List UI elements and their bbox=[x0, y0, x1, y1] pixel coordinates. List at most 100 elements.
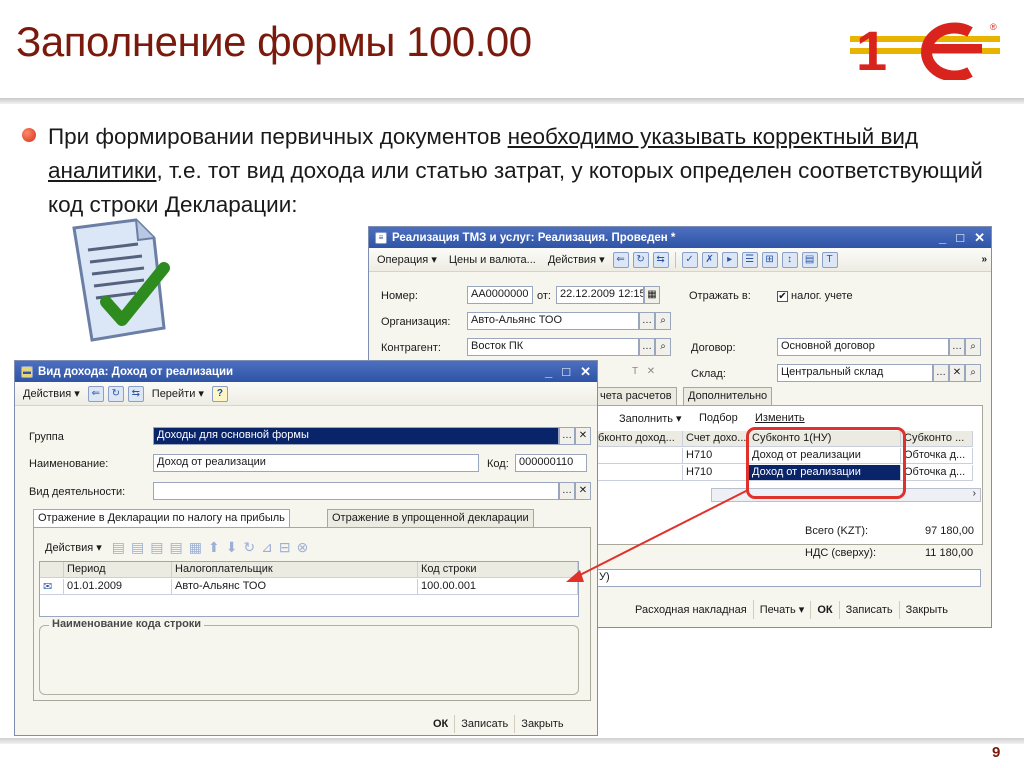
actions-menu[interactable]: Действия ▾ bbox=[41, 539, 106, 556]
table-cell[interactable]: 01.01.2009 bbox=[64, 579, 172, 595]
counterparty-field[interactable]: Восток ПК bbox=[467, 338, 639, 356]
post-icon[interactable]: ✓ bbox=[681, 251, 698, 268]
tab-simplified-declaration[interactable]: Отражение в упрощенной декларации bbox=[327, 509, 534, 527]
number-field[interactable]: АА0000000 bbox=[467, 286, 533, 304]
open-search-icon[interactable]: ⌕ bbox=[965, 338, 981, 356]
report-icon[interactable]: ▤ bbox=[801, 251, 818, 268]
contract-label: Договор: bbox=[691, 342, 736, 354]
open-search-icon[interactable]: ⌕ bbox=[655, 312, 671, 330]
refresh-icon[interactable]: ↻ bbox=[632, 251, 649, 268]
goto-menu[interactable]: Перейти ▾ bbox=[148, 385, 208, 402]
add-row-icon[interactable]: ▤ bbox=[112, 539, 125, 556]
back-icon[interactable]: ⇐ bbox=[612, 251, 629, 268]
goto-icon[interactable]: ⇆ bbox=[652, 251, 669, 268]
clear-icon[interactable]: ✕ bbox=[643, 364, 659, 382]
warehouse-field[interactable]: Центральный склад bbox=[777, 364, 933, 382]
select-ellipsis-icon[interactable]: … bbox=[559, 427, 575, 445]
structure-icon[interactable]: ⊞ bbox=[761, 251, 778, 268]
header-divider bbox=[0, 98, 1024, 104]
total-value: 97 180,00 bbox=[925, 525, 974, 537]
filter-list-icon[interactable]: ⊟ bbox=[279, 539, 291, 556]
clear-filter-icon[interactable]: ⊗ bbox=[297, 539, 309, 556]
move-up-icon[interactable]: ⬆ bbox=[208, 539, 220, 556]
selection-button[interactable]: Подбор bbox=[699, 412, 738, 424]
select-ellipsis-icon[interactable]: … bbox=[933, 364, 949, 382]
list-icon[interactable]: ☰ bbox=[741, 251, 758, 268]
refresh-icon[interactable]: ↻ bbox=[107, 385, 124, 402]
save-button[interactable]: Записать bbox=[838, 600, 899, 619]
tab-additional[interactable]: Дополнительно bbox=[683, 387, 773, 405]
delete-row-icon[interactable]: ▤ bbox=[169, 539, 182, 556]
ok-button[interactable]: ОК bbox=[810, 600, 838, 619]
type-icon[interactable]: T bbox=[627, 364, 643, 382]
ok-button[interactable]: ОК bbox=[427, 715, 454, 733]
column-header[interactable]: Период bbox=[64, 562, 172, 578]
tax-accounting-checkbox[interactable]: ✔ налог. учете bbox=[777, 290, 853, 302]
prices-currency-button[interactable]: Цены и валюта... bbox=[445, 252, 540, 268]
actions-menu[interactable]: Действия ▾ bbox=[19, 385, 84, 402]
realization-title: Реализация ТМЗ и услуг: Реализация. Пров… bbox=[392, 231, 676, 244]
column-header[interactable]: Счет дохо... bbox=[683, 431, 749, 447]
group-field[interactable]: Доходы для основной формы bbox=[153, 427, 559, 445]
contract-field[interactable]: Основной договор bbox=[777, 338, 949, 356]
close-button[interactable]: Закрыть bbox=[514, 715, 569, 733]
maximize-icon[interactable]: □ bbox=[956, 230, 964, 246]
tab-profit-tax-declaration[interactable]: Отражение в Декларации по налогу на приб… bbox=[33, 509, 290, 527]
select-ellipsis-icon[interactable]: … bbox=[639, 338, 655, 356]
date-field[interactable]: 22.12.2009 12:15: bbox=[556, 286, 644, 304]
maximize-icon[interactable]: □ bbox=[562, 364, 570, 380]
refresh-list-icon[interactable]: ↻ bbox=[243, 539, 255, 556]
column-header[interactable]: бконто доход... bbox=[595, 431, 683, 447]
select-ellipsis-icon[interactable]: … bbox=[949, 338, 965, 356]
open-search-icon[interactable]: ⌕ bbox=[965, 364, 981, 382]
organization-field[interactable]: Авто-Альянс ТОО bbox=[467, 312, 639, 330]
table-cell[interactable]: Обточка д... bbox=[901, 465, 973, 481]
minimize-icon[interactable]: _ bbox=[939, 230, 946, 246]
close-button[interactable]: Закрыть bbox=[898, 600, 954, 619]
change-button[interactable]: Изменить bbox=[755, 412, 805, 424]
clear-icon[interactable]: ✕ bbox=[575, 427, 591, 445]
column-header[interactable]: Код строки bbox=[418, 562, 578, 578]
minimize-icon[interactable]: _ bbox=[545, 364, 552, 380]
close-icon[interactable]: ✕ bbox=[974, 230, 985, 246]
help-icon[interactable]: ? bbox=[211, 385, 228, 402]
save-button[interactable]: Записать bbox=[454, 715, 514, 733]
back-icon[interactable]: ⇐ bbox=[87, 385, 104, 402]
column-header bbox=[40, 562, 64, 578]
unpost-icon[interactable]: ✗ bbox=[701, 251, 718, 268]
slide-title: Заполнение формы 100.00 bbox=[16, 18, 532, 65]
based-on-icon[interactable]: ▸ bbox=[721, 251, 738, 268]
name-field[interactable]: Доход от реализации bbox=[153, 454, 479, 472]
move-down-icon[interactable]: ⬇ bbox=[226, 539, 238, 556]
table-cell[interactable]: 100.00.001 bbox=[418, 579, 578, 595]
scroll-right-icon[interactable]: › bbox=[973, 488, 976, 499]
invoice-button[interactable]: Расходная накладная bbox=[629, 601, 753, 619]
column-header[interactable]: Субконто ... bbox=[901, 431, 973, 447]
sort-icon[interactable]: ↕ bbox=[781, 251, 798, 268]
more-icon[interactable]: » bbox=[981, 254, 987, 265]
checkbox-icon[interactable]: ✔ bbox=[777, 291, 788, 302]
print-menu[interactable]: Печать ▾ bbox=[752, 600, 811, 619]
line-name-group-title: Наименование кода строки bbox=[49, 618, 205, 630]
edit-row-icon[interactable]: ▤ bbox=[150, 539, 163, 556]
income-type-window: ▬ Вид дохода: Доход от реализации _ □ ✕ Дей… bbox=[14, 360, 598, 736]
operation-menu[interactable]: Операция ▾ bbox=[373, 251, 441, 268]
actions-menu[interactable]: Действия ▾ bbox=[544, 251, 609, 268]
clear-icon[interactable]: ✕ bbox=[949, 364, 965, 382]
goto-icon[interactable]: ⇆ bbox=[127, 385, 144, 402]
activity-type-field[interactable] bbox=[153, 482, 559, 500]
table-icon[interactable]: ▦ bbox=[189, 539, 202, 556]
calendar-icon[interactable]: ▦ bbox=[644, 286, 660, 304]
total-label: Всего (KZT): bbox=[805, 525, 869, 537]
fill-menu[interactable]: Заполнить ▾ bbox=[619, 412, 682, 425]
select-ellipsis-icon[interactable]: … bbox=[639, 312, 655, 330]
open-search-icon[interactable]: ⌕ bbox=[655, 338, 671, 356]
tab-settlement-accounts[interactable]: чета расчетов bbox=[595, 387, 677, 405]
table-cell[interactable]: Обточка д... bbox=[901, 448, 973, 464]
text-icon[interactable]: T bbox=[821, 251, 838, 268]
filter-icon[interactable]: ⊿ bbox=[261, 539, 273, 556]
close-icon[interactable]: ✕ bbox=[580, 364, 591, 380]
table-cell[interactable]: Авто-Альянс ТОО bbox=[172, 579, 418, 595]
column-header[interactable]: Налогоплательщик bbox=[172, 562, 418, 578]
copy-row-icon[interactable]: ▤ bbox=[131, 539, 144, 556]
